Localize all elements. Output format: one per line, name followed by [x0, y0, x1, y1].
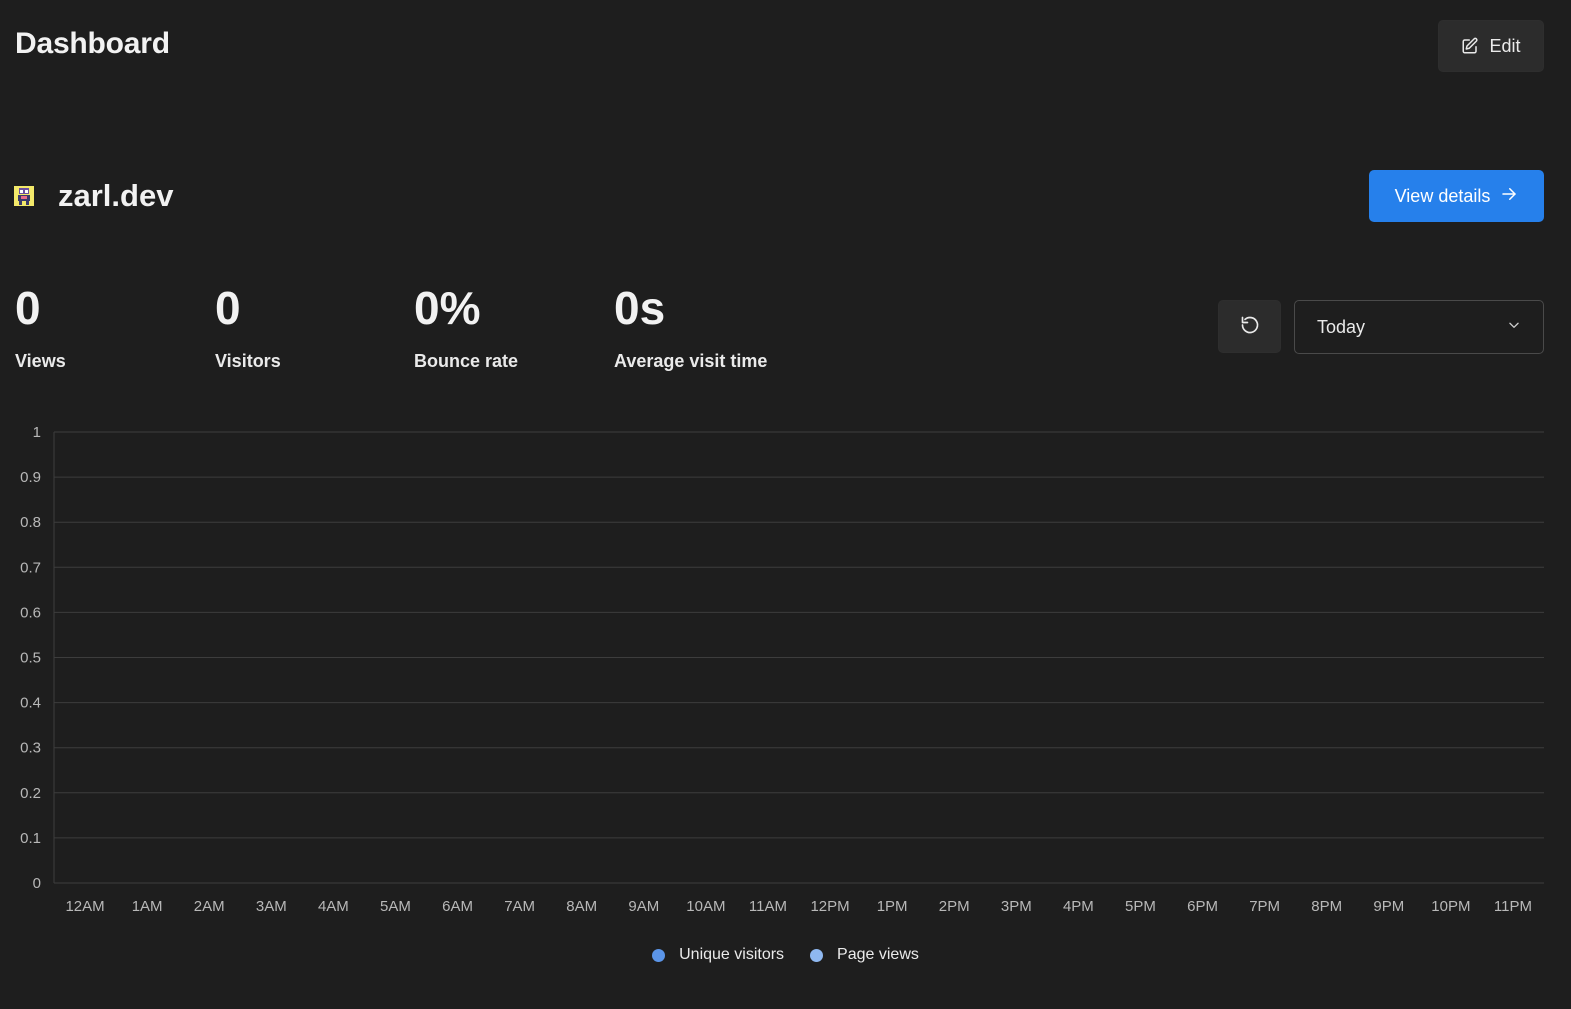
x-tick-label: 9AM [628, 898, 659, 915]
x-tick-label: 1PM [877, 898, 908, 915]
x-tick-label: 5PM [1125, 898, 1156, 915]
x-tick-label: 4PM [1063, 898, 1094, 915]
x-tick-label: 5AM [380, 898, 411, 915]
y-tick-label: 0.3 [20, 740, 41, 757]
legend-dot-icon [652, 948, 666, 962]
y-tick-label: 0.9 [20, 469, 41, 486]
x-tick-label: 2PM [939, 898, 970, 915]
y-tick-label: 0.2 [20, 785, 41, 802]
y-tick-label: 0.1 [20, 830, 41, 847]
x-tick-label: 7AM [504, 898, 535, 915]
x-tick-label: 6PM [1187, 898, 1218, 915]
chart-grid [54, 431, 1544, 884]
y-tick-label: 0 [33, 875, 41, 892]
y-tick-label: 0.6 [20, 604, 41, 621]
x-tick-label: 9PM [1373, 898, 1404, 915]
x-tick-label: 3AM [256, 898, 287, 915]
x-tick-label: 10PM [1431, 898, 1470, 915]
y-tick-label: 0.5 [20, 650, 41, 667]
y-tick-label: 1 [33, 424, 41, 441]
x-tick-label: 8AM [566, 898, 597, 915]
x-tick-label: 2AM [194, 898, 225, 915]
x-tick-label: 12PM [810, 898, 849, 915]
x-tick-label: 8PM [1311, 898, 1342, 915]
x-tick-label: 11PM [1494, 898, 1532, 915]
x-tick-label: 4AM [318, 898, 349, 915]
y-tick-label: 0.8 [20, 514, 41, 531]
y-tick-label: 0.7 [20, 559, 41, 576]
legend-item-unique-visitors[interactable]: Unique visitors [652, 946, 784, 964]
x-tick-label: 10AM [686, 898, 725, 915]
legend-label: Page views [837, 946, 919, 963]
legend-dot-icon [810, 948, 824, 962]
chart-x-axis: 12AM 1AM 2AM 3AM 4AM 5AM 6AM 7AM 8AM 9AM 10AM 11AM 1… [65, 898, 1532, 915]
y-tick-label: 0.4 [20, 695, 41, 712]
visits-chart: 0 0.1 0.2 0.3 0.4 0.5 0.6 0.7 0.8 0.9 1 12AM 1AM 2AM… [20, 424, 1544, 915]
x-tick-label: 6AM [442, 898, 473, 915]
chart-y-axis: 0 0.1 0.2 0.3 0.4 0.5 0.6 0.7 0.8 0.9 1 [20, 424, 55, 892]
x-tick-label: 12AM [65, 898, 104, 915]
legend-item-page-views[interactable]: Page views [810, 946, 919, 964]
legend-label: Unique visitors [679, 946, 785, 963]
x-tick-label: 3PM [1001, 898, 1032, 915]
x-tick-label: 11AM [749, 898, 787, 915]
x-tick-label: 7PM [1249, 898, 1280, 915]
chart-legend: Unique visitors Page views [0, 946, 1571, 964]
x-tick-label: 1AM [132, 898, 163, 915]
